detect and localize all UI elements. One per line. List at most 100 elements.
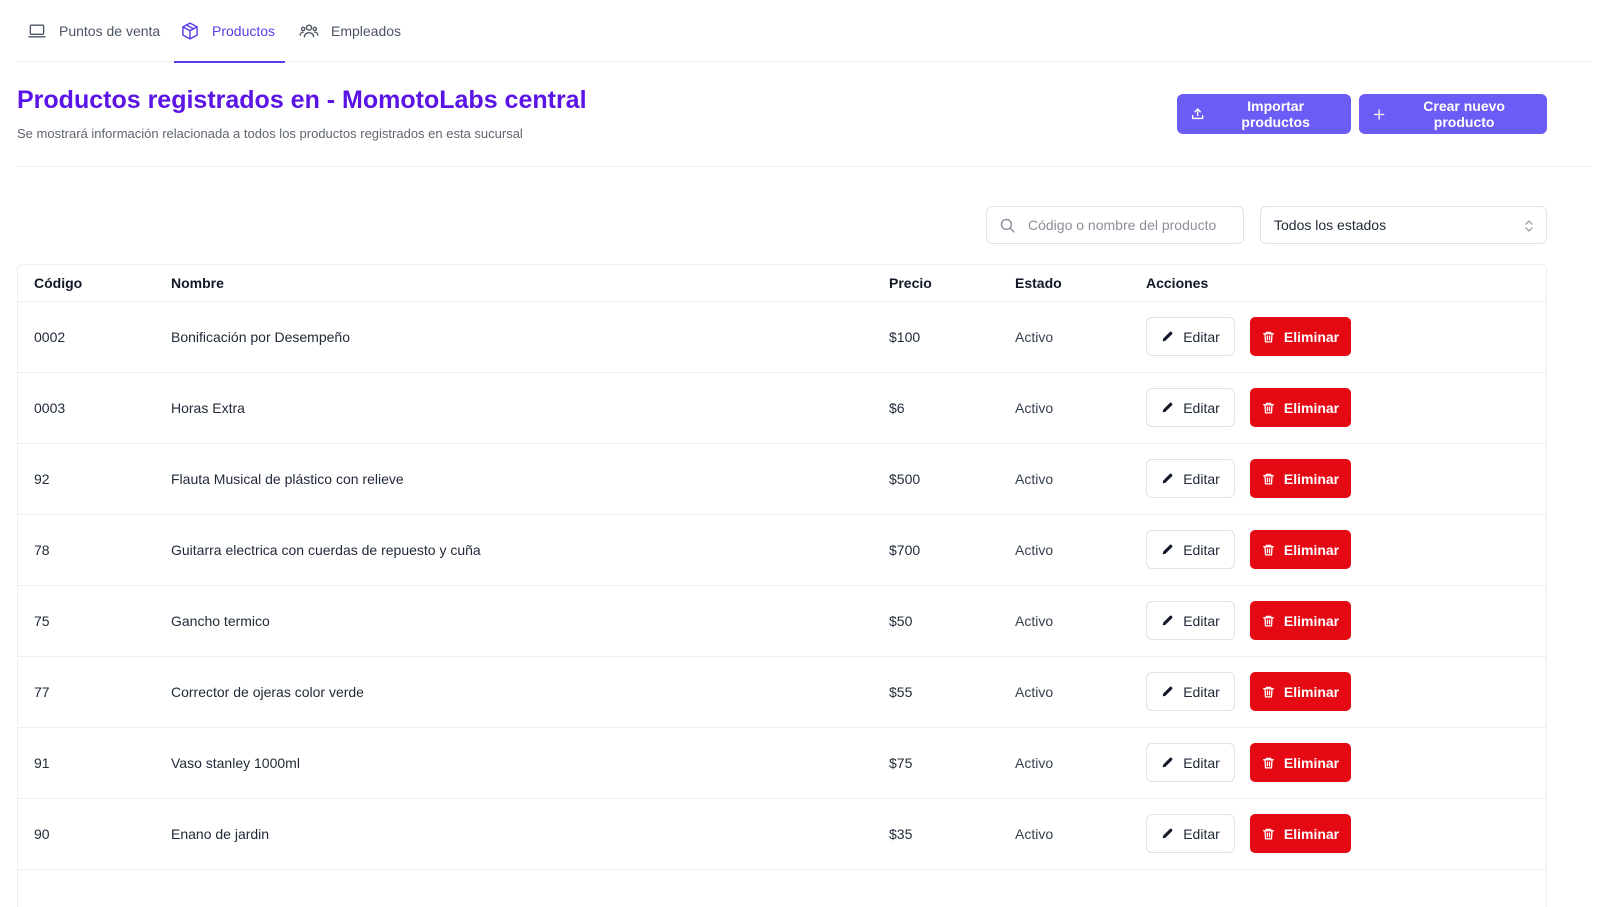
edit-label: Editar (1183, 825, 1220, 842)
row-actions: Editar Eliminar (1146, 672, 1546, 711)
trash-icon (1262, 331, 1274, 343)
cell-code: 0002 (18, 301, 171, 373)
cell-actions: Editar Eliminar (1146, 514, 1546, 586)
pencil-icon (1162, 402, 1173, 413)
cell-code: 90 (18, 798, 171, 870)
trash-icon (1262, 544, 1274, 556)
row-actions: Editar Eliminar (1146, 388, 1546, 427)
cell-actions: Editar Eliminar (1146, 301, 1546, 373)
cell-status: Activo (1015, 443, 1146, 515)
cell-price: $75 (889, 727, 1015, 799)
tab-label: Productos (212, 23, 276, 39)
column-header-actions: Acciones (1146, 265, 1546, 302)
pencil-icon (1162, 686, 1173, 697)
column-header-name: Nombre (171, 265, 889, 302)
column-header-code: Código (18, 265, 171, 302)
edit-label: Editar (1183, 470, 1220, 487)
trash-icon (1262, 615, 1274, 627)
edit-button[interactable]: Editar (1146, 530, 1235, 569)
row-actions: Editar Eliminar (1146, 317, 1546, 356)
tab-label: Puntos de venta (59, 23, 161, 39)
table-row: 91 Vaso stanley 1000ml $75 Activo Editar (18, 727, 1546, 799)
edit-button[interactable]: Editar (1146, 388, 1235, 427)
delete-label: Eliminar (1283, 470, 1340, 487)
delete-button[interactable]: Eliminar (1250, 601, 1351, 640)
table-row: 0003 Horas Extra $6 Activo Editar Elimin… (18, 372, 1546, 444)
cell-name: Flauta Musical de plástico con relieve (171, 443, 889, 515)
pencil-icon (1162, 615, 1173, 626)
edit-button[interactable]: Editar (1146, 317, 1235, 356)
cell-price: $55 (889, 656, 1015, 728)
cell-price: $500 (889, 443, 1015, 515)
import-products-button[interactable]: Importar productos (1177, 94, 1351, 134)
edit-label: Editar (1183, 328, 1220, 345)
delete-button[interactable]: Eliminar (1250, 459, 1351, 498)
search-input[interactable] (1026, 216, 1226, 234)
cell-price: $6 (889, 372, 1015, 444)
cell-actions: Editar Eliminar (1146, 656, 1546, 728)
cell-code: 77 (18, 656, 171, 728)
cell-actions: Editar Eliminar (1146, 585, 1546, 657)
tab-puntos-de-venta[interactable]: Puntos de venta (27, 0, 160, 62)
cell-status: Activo (1015, 656, 1146, 728)
trash-icon (1262, 473, 1274, 485)
column-header-status: Estado (1015, 265, 1146, 302)
delete-label: Eliminar (1283, 541, 1340, 558)
table-row: 90 Enano de jardin $35 Activo Editar Eli… (18, 798, 1546, 870)
cell-code: 92 (18, 443, 171, 515)
table-row: 0002 Bonificación por Desempeño $100 Act… (18, 301, 1546, 373)
delete-label: Eliminar (1283, 754, 1340, 771)
box-icon (180, 21, 200, 41)
delete-button[interactable]: Eliminar (1250, 814, 1351, 853)
table-row: 92 Flauta Musical de plástico con reliev… (18, 443, 1546, 515)
status-filter-select[interactable]: Todos los estados (1260, 206, 1547, 244)
cell-name: Gancho termico (171, 585, 889, 657)
column-header-price: Precio (889, 265, 1015, 302)
edit-label: Editar (1183, 541, 1220, 558)
cell-code: 75 (18, 585, 171, 657)
pencil-icon (1162, 544, 1173, 555)
delete-button[interactable]: Eliminar (1250, 530, 1351, 569)
delete-label: Eliminar (1283, 328, 1340, 345)
search-field[interactable] (986, 206, 1244, 244)
cell-actions: Editar Eliminar (1146, 443, 1546, 515)
table-row: 78 Guitarra electrica con cuerdas de rep… (18, 514, 1546, 586)
tab-label: Empleados (331, 23, 402, 39)
status-filter-value: Todos los estados (1274, 217, 1387, 233)
delete-button[interactable]: Eliminar (1250, 743, 1351, 782)
cell-name: Corrector de ojeras color verde (171, 656, 889, 728)
create-product-button[interactable]: Crear nuevo producto (1359, 94, 1547, 134)
cell-status: Activo (1015, 514, 1146, 586)
trash-icon (1262, 828, 1274, 840)
search-icon (1000, 218, 1015, 233)
tab-empleados[interactable]: Empleados (299, 0, 401, 62)
edit-button[interactable]: Editar (1146, 814, 1235, 853)
cell-status: Activo (1015, 585, 1146, 657)
row-actions: Editar Eliminar (1146, 814, 1546, 853)
create-product-label: Crear nuevo producto (1423, 98, 1505, 130)
delete-button[interactable]: Eliminar (1250, 388, 1351, 427)
cell-status: Activo (1015, 372, 1146, 444)
cell-price: $100 (889, 301, 1015, 373)
edit-button[interactable]: Editar (1146, 601, 1235, 640)
edit-button[interactable]: Editar (1146, 672, 1235, 711)
cell-price: $50 (889, 585, 1015, 657)
delete-label: Eliminar (1283, 825, 1340, 842)
edit-button[interactable]: Editar (1146, 459, 1235, 498)
import-products-label: Importar productos (1241, 98, 1310, 130)
pencil-icon (1162, 828, 1173, 839)
cell-code: 78 (18, 514, 171, 586)
table-header-row: Código Nombre Precio Estado Acciones (18, 265, 1546, 302)
delete-button[interactable]: Eliminar (1250, 317, 1351, 356)
row-actions: Editar Eliminar (1146, 743, 1546, 782)
tab-productos[interactable]: Productos (173, 0, 286, 63)
chevron-up-down-icon (1525, 220, 1533, 232)
upload-icon (1191, 108, 1204, 120)
edit-label: Editar (1183, 612, 1220, 629)
delete-button[interactable]: Eliminar (1250, 672, 1351, 711)
divider (17, 166, 1592, 167)
cell-price: $35 (889, 798, 1015, 870)
edit-button[interactable]: Editar (1146, 743, 1235, 782)
cell-code: 91 (18, 727, 171, 799)
cell-name: Vaso stanley 1000ml (171, 727, 889, 799)
